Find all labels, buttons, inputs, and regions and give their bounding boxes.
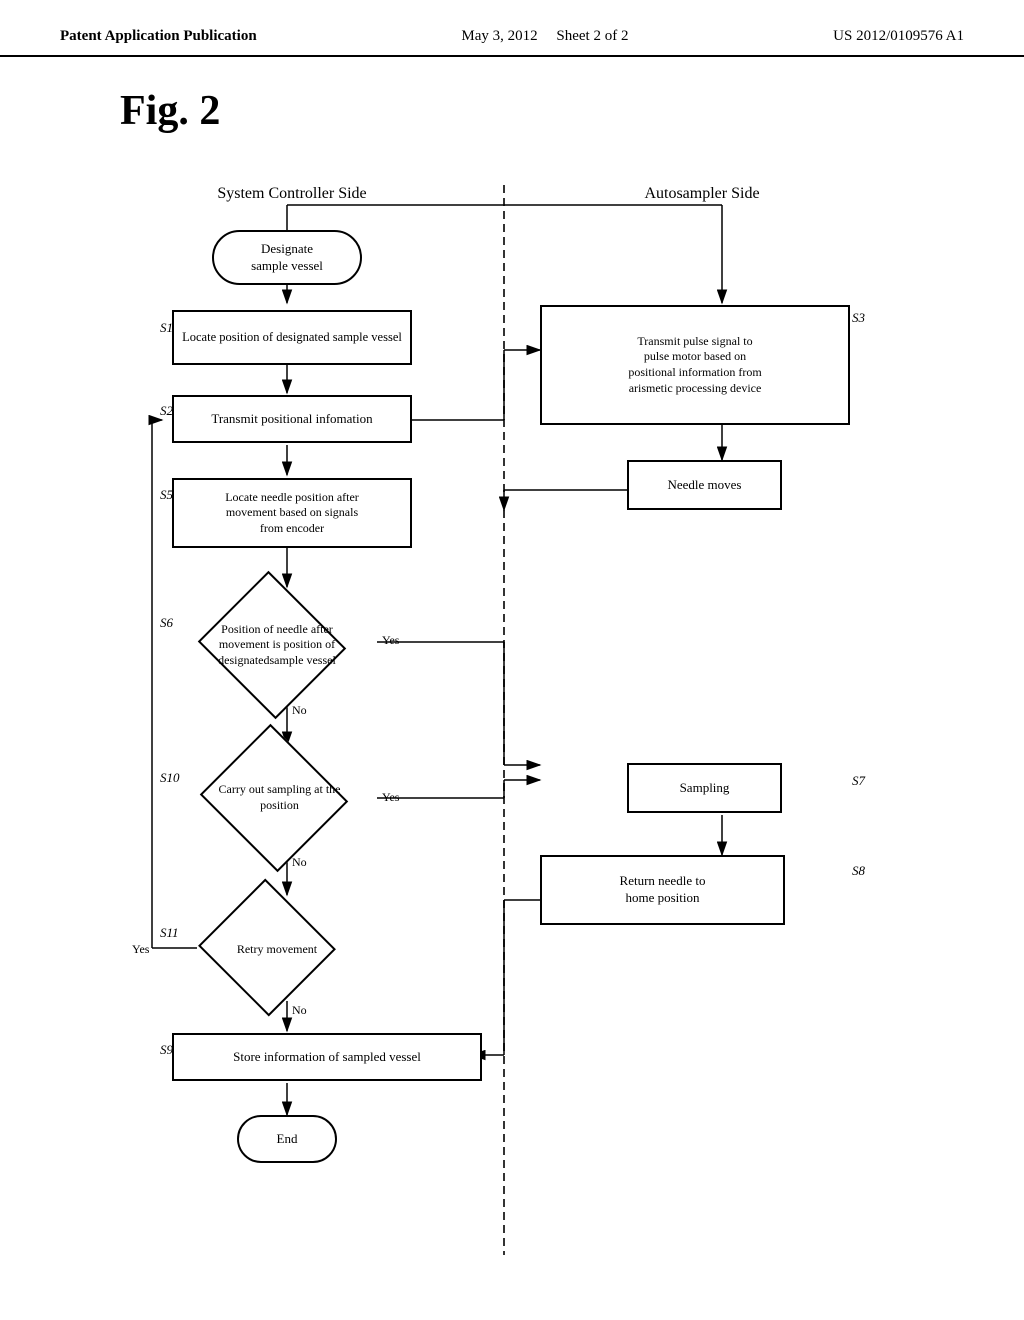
col-header-left: System Controller Side: [132, 185, 452, 203]
s3-node: Transmit pulse signal to pulse motor bas…: [540, 305, 850, 425]
page-header: Patent Application Publication May 3, 20…: [0, 0, 1024, 57]
header-sheet: Sheet 2 of 2: [556, 28, 628, 44]
s7-node: Sampling: [627, 763, 782, 813]
s11-yes-label: Yes: [132, 942, 149, 957]
header-center: May 3, 2012 Sheet 2 of 2: [461, 28, 628, 45]
s9-node: Store information of sampled vessel: [172, 1033, 482, 1081]
s8-label: S8: [852, 863, 865, 879]
main-content: Fig. 2: [0, 57, 1024, 1305]
end-node: End: [237, 1115, 337, 1163]
header-right: US 2012/0109576 A1: [833, 28, 964, 45]
s10-node: Carry out sampling at the position: [197, 743, 362, 853]
s4-node: Needle moves: [627, 460, 782, 510]
s2-node: Transmit positional infomation: [172, 395, 412, 443]
s6-no-label: No: [292, 703, 307, 718]
header-left: Patent Application Publication: [60, 28, 257, 45]
s10-label: S10: [160, 770, 180, 786]
s10-no-label: No: [292, 855, 307, 870]
header-date: May 3, 2012: [461, 28, 537, 44]
s5-node: Locate needle position after movement ba…: [172, 478, 412, 548]
flowchart: System Controller Side Autosampler Side …: [72, 155, 952, 1275]
s11-no-label: No: [292, 1003, 307, 1018]
s11-node: Retry movement: [197, 900, 357, 1000]
s6-node: Position of needle after movement is pos…: [197, 590, 357, 700]
fig-label: Fig. 2: [120, 87, 964, 135]
s7-label: S7: [852, 773, 865, 789]
s8-node: Return needle to home position: [540, 855, 785, 925]
s11-label: S11: [160, 925, 179, 941]
s3-label: S3: [852, 310, 865, 326]
s10-yes-label: Yes: [382, 790, 399, 805]
s6-label: S6: [160, 615, 173, 631]
col-header-right: Autosampler Side: [542, 185, 862, 203]
designate-node: Designate sample vessel: [212, 230, 362, 285]
s1-node: Locate position of designated sample ves…: [172, 310, 412, 365]
s6-yes-label: Yes: [382, 633, 399, 648]
